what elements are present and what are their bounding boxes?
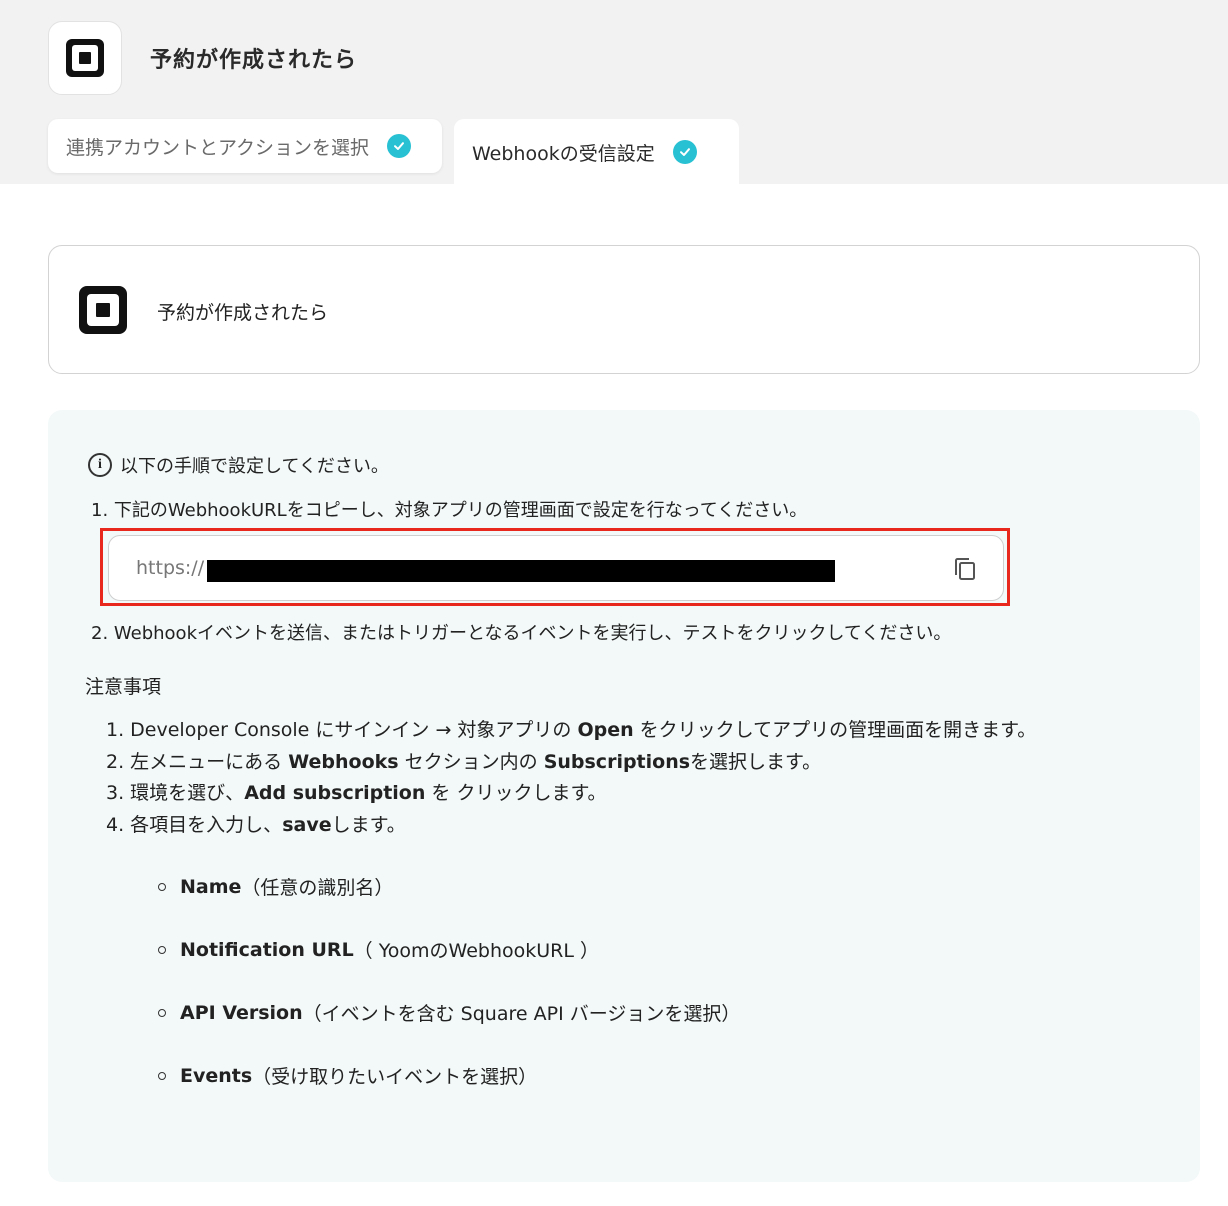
note-item: 3. 環境を選び、Add subscription を クリックします。 bbox=[106, 782, 607, 804]
square-app-logo bbox=[48, 21, 122, 95]
webhook-url-prefix: https:// bbox=[136, 557, 205, 579]
tab-label: 連携アカウントとアクションを選択 bbox=[66, 136, 370, 159]
instruction-panel: i 以下の手順で設定してください。 1. 下記のWebhookURLをコピーし、… bbox=[48, 410, 1200, 1182]
info-icon: i bbox=[88, 453, 112, 477]
sub-list-item: Name （任意の識別名） bbox=[158, 873, 393, 900]
tab-account-action[interactable]: 連携アカウントとアクションを選択 bbox=[48, 119, 442, 173]
instruction-heading-text: 以下の手順で設定してください。 bbox=[120, 456, 389, 477]
check-icon bbox=[387, 134, 412, 158]
tab-webhook-settings[interactable]: Webhookの受信設定 bbox=[454, 119, 739, 185]
sub-list-item: Events （受け取りたいイベントを選択） bbox=[158, 1062, 537, 1089]
webhook-url-field[interactable]: https:// bbox=[108, 535, 1004, 601]
notes-title: 注意事項 bbox=[85, 676, 162, 698]
sub-list-item: API Version （イベントを含む Square API バージョンを選択） bbox=[158, 999, 740, 1026]
redacted-url bbox=[207, 560, 835, 582]
tab-label: Webhookの受信設定 bbox=[472, 142, 655, 165]
copy-icon[interactable] bbox=[952, 556, 978, 582]
note-item: 2. 左メニューにある Webhooks セクション内の Subscriptio… bbox=[106, 751, 822, 773]
bullet-icon bbox=[158, 1008, 166, 1017]
bullet-icon bbox=[158, 945, 166, 954]
square-logo-icon bbox=[66, 39, 104, 77]
check-icon bbox=[672, 140, 697, 164]
bullet-icon bbox=[158, 882, 166, 891]
sub-list-item: Notification URL （ YoomのWebhookURL ） bbox=[158, 936, 599, 963]
bullet-icon bbox=[158, 1071, 166, 1080]
page-header: 予約が作成されたら 連携アカウントとアクションを選択 Webhookの受信設定 bbox=[0, 0, 1228, 185]
trigger-title: 予約が作成されたら bbox=[157, 302, 329, 324]
note-item: 4. 各項目を入力し、saveします。 bbox=[106, 814, 406, 836]
step-2-text: 2. Webhookイベントを送信、またはトリガーとなるイベントを実行し、テスト… bbox=[91, 623, 952, 644]
instruction-heading: i 以下の手順で設定してください。 bbox=[88, 452, 389, 478]
page-title: 予約が作成されたら bbox=[150, 48, 358, 73]
square-logo-icon bbox=[79, 286, 127, 334]
step-1-text: 1. 下記のWebhookURLをコピーし、対象アプリの管理画面で設定を行なって… bbox=[91, 500, 808, 521]
trigger-card: 予約が作成されたら bbox=[48, 245, 1200, 374]
note-item: 1. Developer Console にサインイン → 対象アプリの Ope… bbox=[106, 719, 1037, 741]
